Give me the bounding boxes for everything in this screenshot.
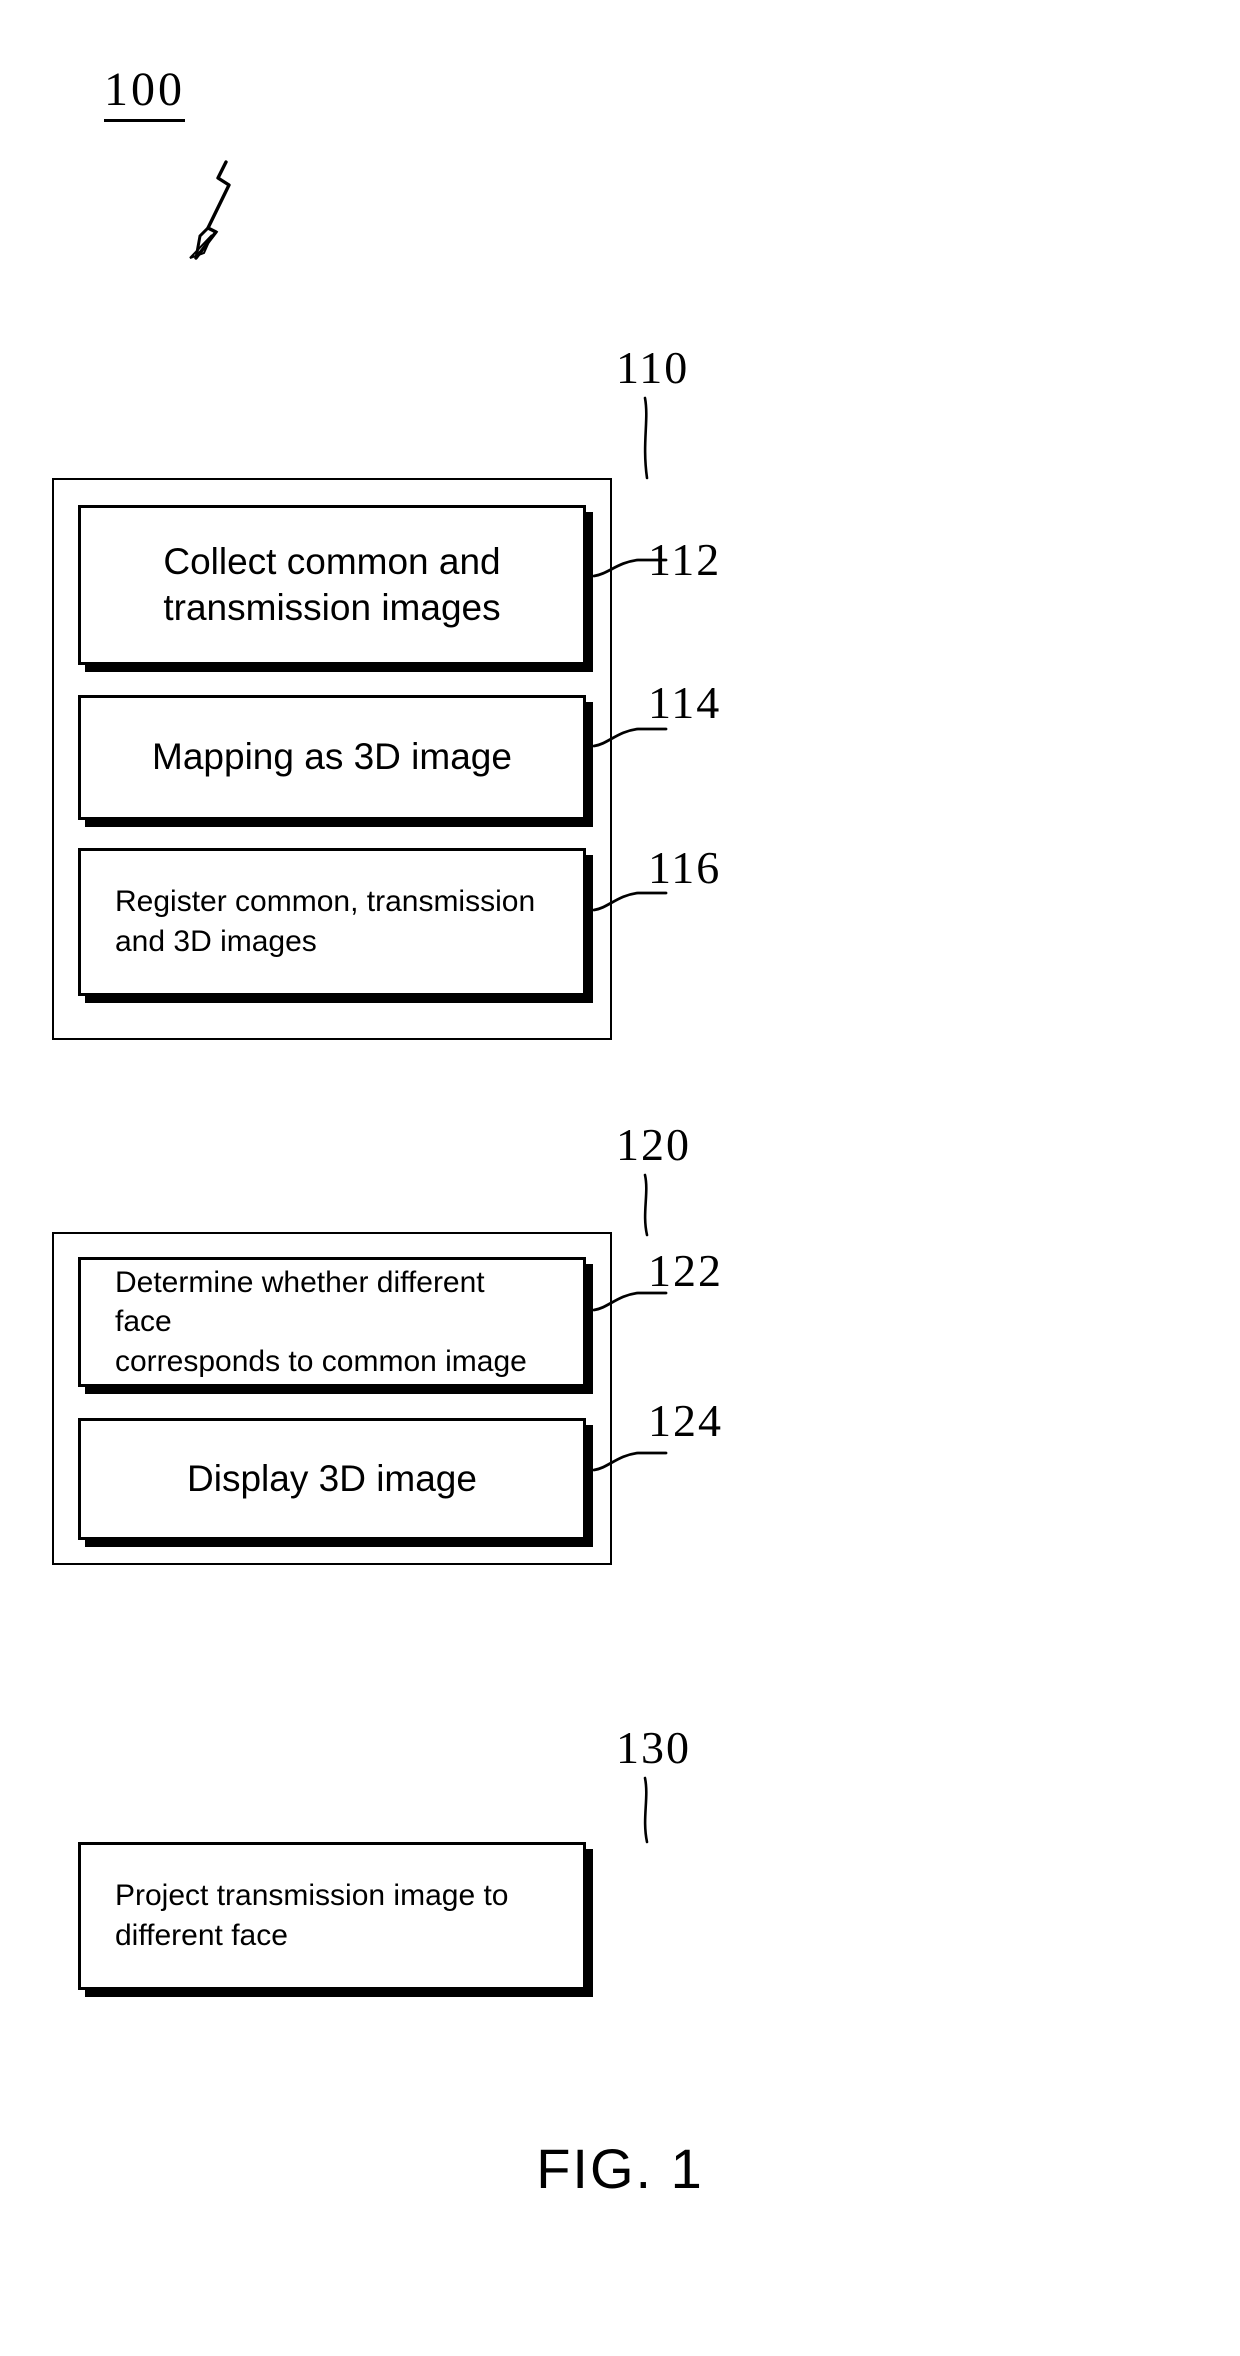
- figure-caption: FIG. 1: [536, 2137, 704, 2200]
- step-text-116: Register common, transmission and 3D ima…: [81, 882, 583, 961]
- step-text-114: Mapping as 3D image: [152, 736, 512, 778]
- lightning-leader-arrow-100: [189, 160, 231, 260]
- step-text-112: Collect common and transmission images: [81, 539, 583, 632]
- reference-label-124: 124: [648, 1395, 723, 1446]
- step-text-130: Project transmission image to different …: [81, 1876, 583, 1955]
- step-text-124: Display 3D image: [187, 1457, 477, 1499]
- reference-label-122: 122: [648, 1245, 723, 1296]
- step-text-122: Determine whether different face corresp…: [81, 1263, 583, 1382]
- step-text-130-line2: different face: [115, 1919, 288, 1952]
- step-text-112-line2: transmission images: [163, 587, 501, 628]
- step-box-114: Mapping as 3D image: [78, 695, 586, 820]
- step-text-122-line2: corresponds to common image: [115, 1344, 527, 1378]
- step-text-116-line1: Register common, transmission: [115, 885, 536, 919]
- step-box-122: Determine whether different face corresp…: [78, 1257, 586, 1387]
- step-box-124: Display 3D image: [78, 1418, 586, 1540]
- step-text-122-line1: Determine whether different face: [115, 1265, 485, 1339]
- patent-figure: 100 110 Collect common and transmission …: [0, 0, 1240, 2356]
- step-text-130-line1: Project transmission image to: [115, 1879, 509, 1913]
- step-text-116-line2: and 3D images: [115, 925, 317, 958]
- reference-label-130: 130: [616, 1722, 691, 1773]
- leader-line-130: [643, 1776, 649, 1844]
- step-box-116: Register common, transmission and 3D ima…: [78, 848, 586, 996]
- reference-label-114: 114: [648, 677, 722, 728]
- reference-label-110: 110: [616, 342, 690, 393]
- reference-label-116: 116: [648, 842, 722, 893]
- reference-label-112: 112: [648, 534, 722, 585]
- step-box-130: Project transmission image to different …: [78, 1842, 586, 1990]
- leader-line-110: [643, 396, 649, 480]
- step-box-112: Collect common and transmission images: [78, 505, 586, 665]
- step-text-112-line1: Collect common and: [163, 540, 501, 582]
- system-reference-label-100: 100: [104, 66, 185, 122]
- reference-label-120: 120: [616, 1119, 691, 1170]
- leader-line-120: [643, 1173, 649, 1237]
